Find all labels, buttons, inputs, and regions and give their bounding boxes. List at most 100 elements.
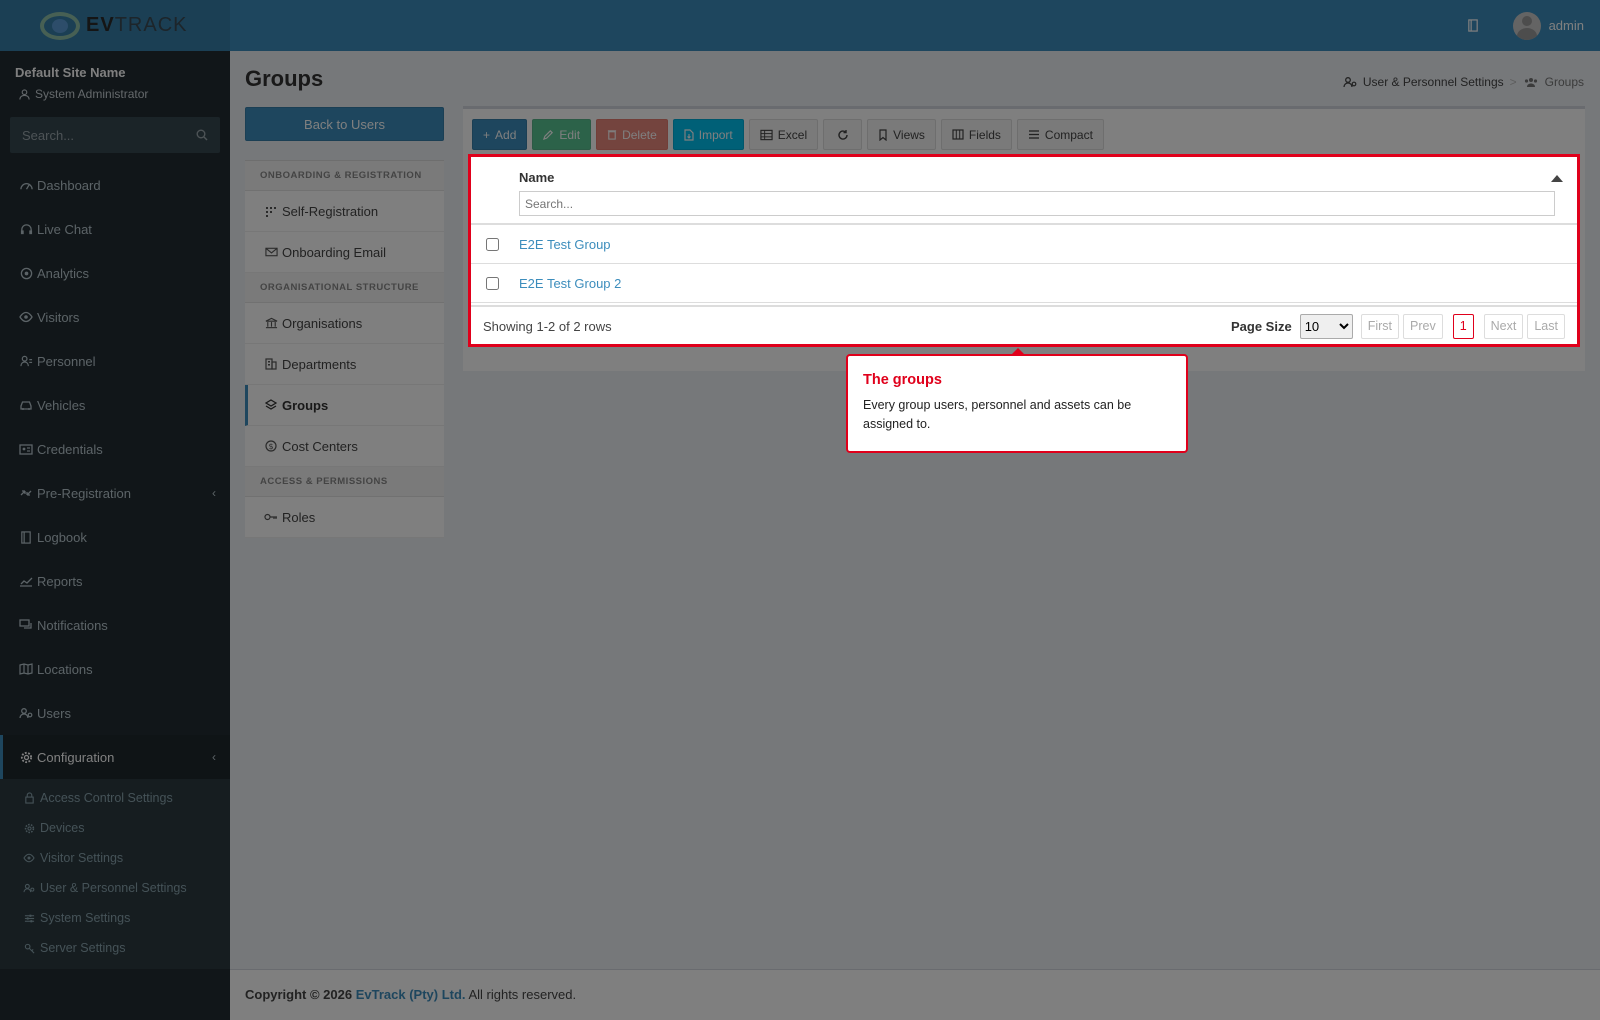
sidebar-subitem-devices[interactable]: Devices	[0, 813, 230, 843]
next-page-button[interactable]: Next	[1483, 313, 1524, 339]
sidebar-item-vehicles[interactable]: Vehicles	[0, 383, 230, 427]
sidebar-item-locations[interactable]: Locations	[0, 647, 230, 691]
sidebar-subitem-visitor-settings[interactable]: Visitor Settings	[0, 843, 230, 873]
breadcrumb-item-groups: Groups	[1544, 75, 1584, 89]
copyright-text: Copyright © 2026	[245, 987, 353, 1002]
chevron-left-icon[interactable]: ‹	[212, 486, 216, 500]
row-checkbox[interactable]	[486, 238, 499, 251]
sort-asc-icon[interactable]	[1551, 175, 1563, 182]
breadcrumb: User & Personnel Settings > Groups	[1343, 75, 1584, 89]
table-row[interactable]: E2E Test Group 2	[471, 264, 1577, 303]
car-icon	[18, 399, 34, 411]
add-button[interactable]: + Add	[472, 119, 528, 150]
rights-text: All rights reserved.	[468, 987, 577, 1002]
group-link[interactable]: E2E Test Group 2	[519, 276, 621, 291]
bank-icon	[264, 317, 278, 329]
sidebar-item-pre-registration[interactable]: Pre-Registration ‹	[0, 471, 230, 515]
sidebar-subitem-server-settings[interactable]: Server Settings	[0, 933, 230, 963]
column-header-name[interactable]: Name	[519, 170, 554, 185]
nav-link-roles[interactable]: Roles	[245, 497, 444, 538]
nav-section-header: ONBOARDING & REGISTRATION	[245, 161, 444, 191]
building-icon	[264, 358, 278, 370]
map-icon	[18, 663, 34, 675]
columns-icon	[952, 129, 964, 140]
grid-header: Name	[471, 157, 1577, 225]
row-checkbox[interactable]	[486, 277, 499, 290]
compact-button[interactable]: Compact	[1016, 119, 1104, 150]
nav-link-groups[interactable]: Groups	[245, 385, 444, 426]
dashboard-icon	[18, 179, 34, 192]
sidebar-subitem-user-personnel-settings[interactable]: User & Personnel Settings	[0, 873, 230, 903]
file-import-icon	[684, 128, 694, 141]
tour-tooltip: The groups Every group users, personnel …	[846, 348, 1188, 453]
avatar[interactable]	[1512, 11, 1541, 40]
last-page-button[interactable]: Last	[1527, 313, 1565, 339]
footer: Copyright © 2026 EvTrack (Pty) Ltd. All …	[230, 969, 1600, 1020]
sidebar-subitem-access-control-settings[interactable]: Access Control Settings	[0, 783, 230, 813]
nav-link-self-registration[interactable]: Self-Registration	[245, 191, 444, 232]
search-icon[interactable]	[196, 129, 208, 141]
book-icon[interactable]	[1467, 19, 1479, 32]
sidebar-subitem-system-settings[interactable]: System Settings	[0, 903, 230, 933]
sliders-icon	[22, 913, 36, 924]
page-size-select[interactable]: 10	[1299, 313, 1353, 339]
import-button[interactable]: Import	[672, 119, 744, 150]
user-role: System Administrator	[35, 87, 149, 101]
refresh-button[interactable]	[823, 119, 863, 150]
grid-toolbar: + Add Edit Delete Import Excel Views Fiel…	[472, 119, 1104, 150]
groups-grid: Name E2E Test Group E2E Test Group 2 Sho…	[468, 154, 1580, 347]
delete-button[interactable]: Delete	[596, 119, 668, 150]
prev-page-button[interactable]: Prev	[1403, 313, 1443, 339]
nav-link-departments[interactable]: Departments	[245, 344, 444, 385]
user-menu[interactable]: admin	[1512, 11, 1584, 40]
logo[interactable]: EVTRACK	[0, 0, 230, 51]
settings-side-nav: ONBOARDING & REGISTRATION Self-Registrat…	[245, 160, 444, 538]
group-link[interactable]: E2E Test Group	[519, 237, 611, 252]
sidebar-item-logbook[interactable]: Logbook	[0, 515, 230, 559]
nav-link-cost-centers[interactable]: $ Cost Centers	[245, 426, 444, 467]
logo-text-light: TRACK	[114, 14, 188, 36]
list-icon	[1028, 130, 1039, 139]
nav-link-onboarding-email[interactable]: Onboarding Email	[245, 232, 444, 273]
svg-text:$: $	[268, 442, 273, 451]
book-icon	[18, 530, 34, 544]
layers-icon	[264, 399, 278, 411]
current-page[interactable]: 1	[1452, 313, 1474, 339]
edit-button[interactable]: Edit	[532, 119, 592, 150]
tooltip-text: Every group users, personnel and assets …	[863, 398, 1132, 431]
fields-button[interactable]: Fields	[940, 119, 1012, 150]
company-link[interactable]: EvTrack (Pty) Ltd.	[356, 987, 466, 1002]
key-icon	[264, 512, 278, 522]
nav-section-header: ORGANISATIONAL STRUCTURE	[245, 273, 444, 303]
arrows-icon	[18, 487, 34, 499]
breadcrumb-separator: >	[1509, 75, 1517, 89]
configuration-submenu: Access Control Settings Devices Visitor …	[0, 779, 230, 969]
sidebar-item-analytics[interactable]: Analytics	[0, 251, 230, 295]
user-icon	[19, 88, 30, 100]
sidebar-search-input[interactable]	[22, 127, 172, 143]
sidebar-item-configuration[interactable]: Configuration ‹	[0, 735, 230, 779]
sidebar-item-reports[interactable]: Reports	[0, 559, 230, 603]
name-filter-input[interactable]	[519, 191, 1555, 216]
sidebar-item-visitors[interactable]: Visitors	[0, 295, 230, 339]
sidebar-item-credentials[interactable]: Credentials	[0, 427, 230, 471]
sidebar-item-dashboard[interactable]: Dashboard	[0, 163, 230, 207]
views-button[interactable]: Views	[867, 119, 936, 150]
gear-icon	[22, 823, 36, 834]
sidebar-item-personnel[interactable]: Personnel	[0, 339, 230, 383]
sidebar-search[interactable]	[10, 117, 220, 153]
breadcrumb-item-user-personnel-settings[interactable]: User & Personnel Settings	[1363, 75, 1504, 89]
sidebar-item-notifications[interactable]: Notifications	[0, 603, 230, 647]
sidebar-item-live-chat[interactable]: Live Chat	[0, 207, 230, 251]
back-to-users-button[interactable]: Back to Users	[245, 107, 444, 141]
table-row[interactable]: E2E Test Group	[471, 225, 1577, 264]
grid-dots-icon	[264, 205, 278, 217]
sidebar-item-users[interactable]: Users	[0, 691, 230, 735]
chevron-left-icon[interactable]: ‹	[212, 750, 216, 764]
eye-icon	[18, 311, 34, 323]
excel-button[interactable]: Excel	[748, 119, 819, 150]
user-name[interactable]: admin	[1549, 18, 1584, 33]
refresh-icon	[837, 129, 848, 140]
first-page-button[interactable]: First	[1360, 313, 1399, 339]
nav-link-organisations[interactable]: Organisations	[245, 303, 444, 344]
